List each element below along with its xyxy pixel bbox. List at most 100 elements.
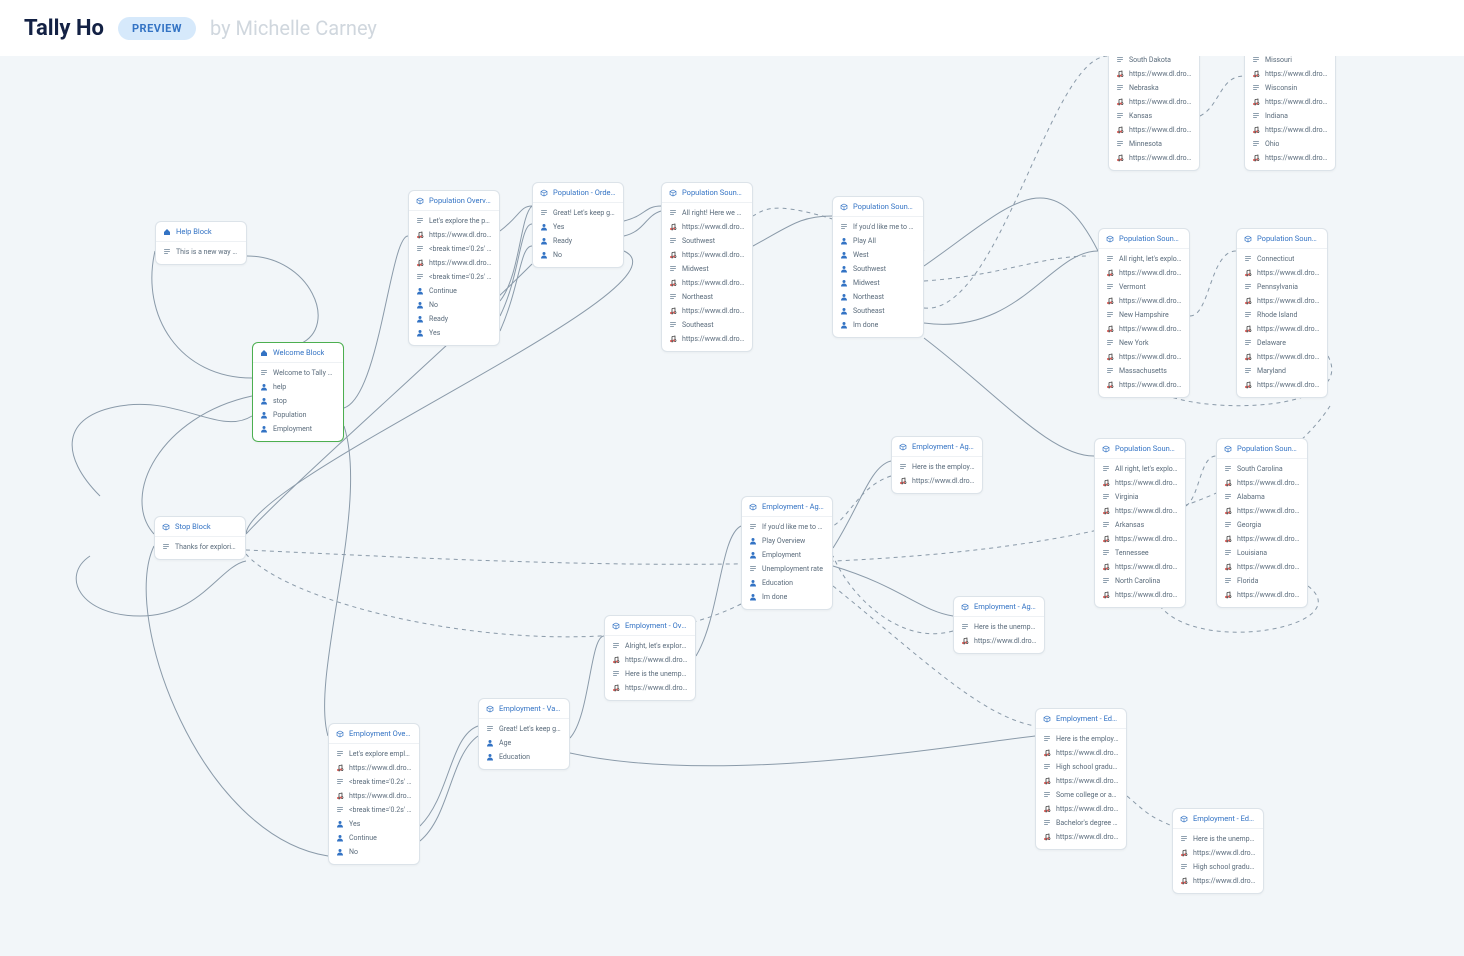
node-item[interactable]: Let's explore the populati... bbox=[409, 214, 499, 228]
node-item[interactable]: https://www.dl.dropboxus... bbox=[1237, 378, 1327, 392]
node-item[interactable]: https://www.dl.dropboxus... bbox=[1237, 266, 1327, 280]
flow-node-emp-edu-unemp[interactable]: Employment - Education Unempl...Here is … bbox=[1172, 808, 1264, 894]
node-header[interactable]: Population - Order Overview bbox=[533, 183, 623, 203]
node-item[interactable]: https://www.dl.dropboxus... bbox=[605, 653, 695, 667]
node-item[interactable]: https://www.dl.dropboxus... bbox=[1095, 504, 1185, 518]
node-header[interactable]: Employment Overview bbox=[329, 724, 419, 744]
node-item[interactable]: Georgia bbox=[1217, 518, 1307, 532]
node-item[interactable]: Age bbox=[479, 736, 569, 750]
node-item[interactable]: Louisiana bbox=[1217, 546, 1307, 560]
node-item[interactable]: <break time='0.2s' /> Th... bbox=[409, 270, 499, 284]
node-item[interactable]: Continue bbox=[409, 284, 499, 298]
node-item[interactable]: https://www.dl.dropboxus... bbox=[1036, 774, 1126, 788]
node-item[interactable]: Here is the employment by... bbox=[892, 460, 982, 474]
node-item[interactable]: https://www.dl.dropboxus... bbox=[1217, 560, 1307, 574]
flow-node-pop-ne2[interactable]: Population Sounds - Northeast ...Connect… bbox=[1236, 228, 1328, 398]
node-item[interactable]: South Carolina bbox=[1217, 462, 1307, 476]
flow-node-emp-age-rate[interactable]: Employment - Age Employment Ra...Here is… bbox=[891, 436, 983, 494]
node-item[interactable]: https://www.dl.dropboxus... bbox=[1237, 350, 1327, 364]
node-item[interactable]: Delaware bbox=[1237, 336, 1327, 350]
node-item[interactable]: https://www.dl.dropboxus... bbox=[1109, 123, 1199, 137]
node-header[interactable]: Population Overview bbox=[409, 191, 499, 211]
node-item[interactable]: https://www.dl.dropboxus... bbox=[1245, 67, 1335, 81]
flow-node-emp-age-unemp[interactable]: Employment - Age Unemployment ...Here is… bbox=[953, 596, 1045, 654]
node-item[interactable]: https://www.dl.dropboxus... bbox=[1095, 532, 1185, 546]
node-item[interactable]: https://www.dl.dropboxus... bbox=[1237, 294, 1327, 308]
node-header[interactable]: Employment - Variables Overview... bbox=[479, 699, 569, 719]
node-item[interactable]: All right, let's explore ... bbox=[1095, 462, 1185, 476]
node-item[interactable]: Population bbox=[253, 408, 343, 422]
node-item[interactable]: Play All bbox=[833, 234, 923, 248]
node-item[interactable]: Welcome to Tally Ho, a sk... bbox=[253, 366, 343, 380]
node-header[interactable]: Employment - Education Unempl... bbox=[1173, 809, 1263, 829]
node-item[interactable]: Florida bbox=[1217, 574, 1307, 588]
node-item[interactable]: Yes bbox=[533, 220, 623, 234]
node-item[interactable]: https://www.dl.dropboxus... bbox=[892, 474, 982, 488]
node-item[interactable]: Bachelor's degree or high... bbox=[1036, 816, 1126, 830]
node-item[interactable]: https://www.dl.dropboxus... bbox=[1245, 95, 1335, 109]
flow-node-pop-se2[interactable]: Population Sounds - Southeast ... South C… bbox=[1216, 438, 1308, 608]
node-item[interactable]: https://www.dl.dropboxus... bbox=[1099, 266, 1189, 280]
node-item[interactable]: <break time='0.2s' /> The... bbox=[409, 242, 499, 256]
flow-node-mw-partial[interactable]: South Dakotahttps://www.dl.dropboxus...N… bbox=[1108, 56, 1200, 171]
node-item[interactable]: Missouri bbox=[1245, 56, 1335, 67]
node-item[interactable]: Vermont bbox=[1099, 280, 1189, 294]
node-item[interactable]: Tennessee bbox=[1095, 546, 1185, 560]
flow-node-pop-order[interactable]: Population - Order Overview Great! Let's … bbox=[532, 182, 624, 268]
node-item[interactable]: https://www.dl.dropboxus... bbox=[1173, 846, 1263, 860]
node-header[interactable]: Welcome Block bbox=[253, 343, 343, 363]
node-item[interactable]: Education bbox=[479, 750, 569, 764]
flow-node-pop-region-ta[interactable]: Population Sounds: Region - ta...If you'… bbox=[832, 196, 924, 338]
flow-node-welcome[interactable]: Welcome Block Welcome to Tally Ho, a sk..… bbox=[252, 342, 344, 442]
node-header[interactable]: Population Sounds: Region - ta... bbox=[833, 197, 923, 217]
node-item[interactable]: https://www.dl.dropboxus... bbox=[605, 681, 695, 695]
node-header[interactable]: Employment - Education Employ... bbox=[1036, 709, 1126, 729]
node-item[interactable]: https://www.dl.dropboxus... bbox=[1099, 322, 1189, 336]
node-header[interactable]: Population Sounds - Northeast bbox=[1099, 229, 1189, 249]
node-item[interactable]: Southeast bbox=[833, 304, 923, 318]
node-item[interactable]: Some college or associate... bbox=[1036, 788, 1126, 802]
node-header[interactable]: Population Sounds: Region bbox=[662, 183, 752, 203]
node-item[interactable]: Midwest bbox=[662, 262, 752, 276]
node-item[interactable]: stop bbox=[253, 394, 343, 408]
flow-node-emp-edu-emp[interactable]: Employment - Education Employ...Here is … bbox=[1035, 708, 1127, 850]
node-item[interactable]: No bbox=[329, 845, 419, 859]
node-item[interactable]: Here is the unemployment ... bbox=[605, 667, 695, 681]
node-item[interactable]: Massachusetts bbox=[1099, 364, 1189, 378]
node-item[interactable]: High school graduate or e... bbox=[1036, 760, 1126, 774]
node-item[interactable]: https://www.dl.dropboxus... bbox=[1099, 294, 1189, 308]
node-item[interactable]: https://www.dl.dropboxus... bbox=[1109, 95, 1199, 109]
flow-node-emp-ov[interactable]: Employment OverviewLet's explore employm… bbox=[328, 723, 420, 865]
node-item[interactable]: https://www.dl.dropboxus... bbox=[662, 332, 752, 346]
node-item[interactable]: Wisconsin bbox=[1245, 81, 1335, 95]
node-item[interactable]: https://www.dl.dropboxus... bbox=[329, 789, 419, 803]
node-item[interactable]: https://www.dl.dropboxus... bbox=[1036, 830, 1126, 844]
node-item[interactable]: Continue bbox=[329, 831, 419, 845]
node-item[interactable]: Im done bbox=[742, 590, 832, 604]
node-item[interactable]: Maryland bbox=[1237, 364, 1327, 378]
node-item[interactable]: https://www.dl.dropboxus... bbox=[1173, 874, 1263, 888]
node-item[interactable]: help bbox=[253, 380, 343, 394]
node-header[interactable]: Employment - Overview Age bbox=[605, 616, 695, 636]
node-item[interactable]: Here is the unemployment ... bbox=[954, 620, 1044, 634]
node-item[interactable]: New Hampshire bbox=[1099, 308, 1189, 322]
node-item[interactable]: Employment bbox=[742, 548, 832, 562]
node-item[interactable]: https://www.dl.dropboxus... bbox=[662, 220, 752, 234]
flow-node-emp-ov-age[interactable]: Employment - Overview AgeAlright, let's … bbox=[604, 615, 696, 701]
node-item[interactable]: Pennsylvania bbox=[1237, 280, 1327, 294]
node-item[interactable]: Ready bbox=[409, 312, 499, 326]
flow-node-pop-region[interactable]: Population Sounds: Region All right! Here… bbox=[661, 182, 753, 352]
node-item[interactable]: https://www.dl.dropboxus... bbox=[662, 248, 752, 262]
node-header[interactable]: Population Sounds - Southeast ... bbox=[1217, 439, 1307, 459]
node-header[interactable]: Population Sounds - Northeast ... bbox=[1237, 229, 1327, 249]
node-header[interactable]: Help Block bbox=[156, 222, 246, 242]
node-item[interactable]: Nebraska bbox=[1109, 81, 1199, 95]
node-item[interactable]: Northeast bbox=[833, 290, 923, 304]
node-item[interactable]: https://www.dl.dropboxus... bbox=[1036, 746, 1126, 760]
node-item[interactable]: All right! Here we go, st... bbox=[662, 206, 752, 220]
node-item[interactable]: Rhode Island bbox=[1237, 308, 1327, 322]
node-item[interactable]: North Carolina bbox=[1095, 574, 1185, 588]
node-item[interactable]: South Dakota bbox=[1109, 56, 1199, 67]
node-item[interactable]: Great! Let's keep going. ... bbox=[533, 206, 623, 220]
node-item[interactable]: https://www.dl.dropboxus... bbox=[1245, 123, 1335, 137]
